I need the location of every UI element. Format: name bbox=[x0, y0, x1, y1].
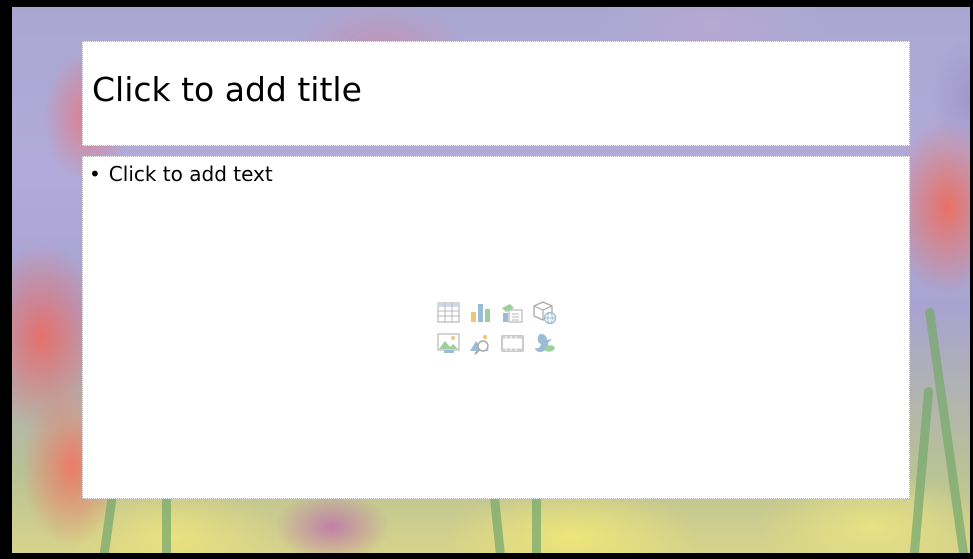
insert-table-icon[interactable] bbox=[436, 300, 461, 325]
bullet-icon: • bbox=[89, 162, 101, 186]
insert-icons-icon[interactable] bbox=[532, 331, 557, 356]
title-placeholder-text[interactable]: Click to add title bbox=[92, 70, 362, 109]
title-placeholder[interactable]: Click to add title bbox=[82, 41, 910, 146]
background-stem bbox=[924, 307, 969, 553]
slide-canvas[interactable]: Click to add title • Click to add text bbox=[12, 7, 970, 553]
insert-picture-icon[interactable] bbox=[436, 331, 461, 356]
insert-smartart-icon[interactable] bbox=[500, 300, 525, 325]
content-insert-icons bbox=[436, 300, 566, 360]
insert-3d-model-icon[interactable] bbox=[532, 300, 557, 325]
content-placeholder[interactable]: • Click to add text bbox=[82, 156, 910, 499]
insert-online-picture-icon[interactable] bbox=[468, 331, 493, 356]
content-placeholder-line[interactable]: • Click to add text bbox=[89, 162, 273, 186]
background-stem bbox=[909, 386, 934, 553]
content-placeholder-text[interactable]: Click to add text bbox=[109, 162, 273, 186]
insert-video-icon[interactable] bbox=[500, 331, 525, 356]
insert-chart-icon[interactable] bbox=[468, 300, 493, 325]
slide-editor-frame: Click to add title • Click to add text bbox=[0, 0, 973, 559]
